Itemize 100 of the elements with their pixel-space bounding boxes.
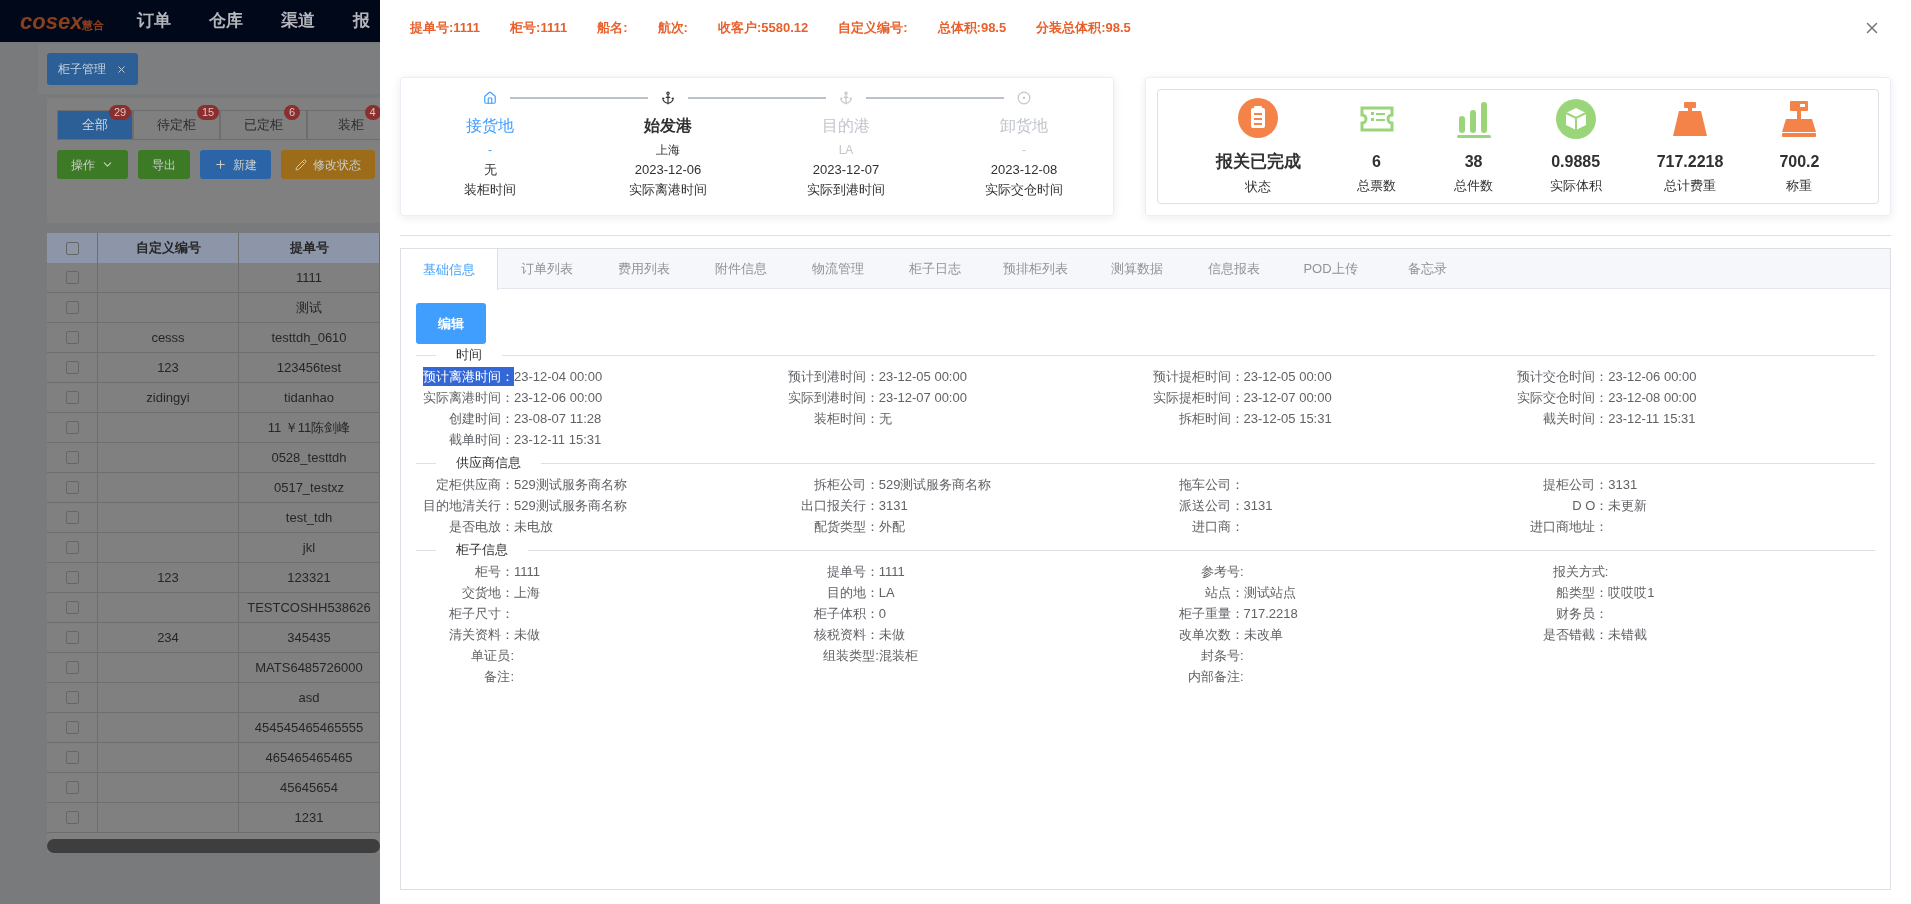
field-value: 3131 <box>878 496 908 515</box>
row-checkbox[interactable] <box>65 601 79 614</box>
step-date: 2023-12-07 <box>812 161 880 179</box>
count-badge: 4 <box>364 105 380 120</box>
stat-label: 实际体积 <box>1549 176 1602 195</box>
field-value: 23-12-07 00:00 <box>878 388 967 407</box>
section-title: 柜子信息 <box>455 541 509 560</box>
row-checkbox[interactable] <box>65 271 79 284</box>
field-label: 组装类型: <box>823 646 879 665</box>
table-cell-text: 454545465465555 <box>254 718 364 737</box>
action-button[interactable]: 新建 <box>200 150 271 179</box>
field-value: 23-12-05 00:00 <box>1243 367 1332 386</box>
row-checkbox[interactable] <box>65 691 79 704</box>
action-button[interactable]: 修改状态 <box>281 150 375 179</box>
step-label: 实际交仓时间 <box>985 180 1063 199</box>
row-checkbox[interactable] <box>65 481 79 494</box>
field-label: 是否错截： <box>1543 625 1609 644</box>
field-value: 上海 <box>514 583 540 602</box>
row-checkbox[interactable] <box>65 331 79 344</box>
row-checkbox[interactable] <box>65 571 79 584</box>
field-value: 未电放 <box>514 517 553 536</box>
table-cell-text: asd <box>298 688 320 707</box>
row-checkbox[interactable] <box>65 361 79 374</box>
anchor-icon <box>839 90 853 106</box>
stat-value: 38 <box>1464 151 1483 172</box>
close-icon[interactable] <box>116 63 127 75</box>
table-cell-text: 465465465465 <box>265 748 353 767</box>
row-checkbox[interactable] <box>65 781 79 794</box>
row-checkbox[interactable] <box>65 661 79 674</box>
table-cell-text: 11 ￥11陈剑峰 <box>267 418 351 437</box>
table-cell-text: 345435 <box>287 628 331 647</box>
nav-item[interactable]: 仓库 <box>209 8 243 34</box>
field-label: 提柜公司： <box>1543 475 1609 494</box>
field-value: 23-12-07 00:00 <box>1243 388 1332 407</box>
row-checkbox[interactable] <box>65 721 79 734</box>
row-checkbox[interactable] <box>65 751 79 764</box>
row-checkbox[interactable] <box>65 631 79 644</box>
tab[interactable]: 附件信息 <box>692 249 789 289</box>
row-checkbox[interactable] <box>65 301 79 314</box>
field-value: 未更新 <box>1608 496 1648 515</box>
stat-label: 总票数 <box>1357 176 1397 195</box>
nav-item[interactable]: 渠道 <box>281 8 315 34</box>
table-cell-text: 测试 <box>296 298 322 317</box>
stat-label: 总计费重 <box>1664 176 1716 195</box>
table-cell-text: MATS6485726000 <box>255 658 363 677</box>
field-label: 截关时间： <box>1543 409 1609 428</box>
field-label: 提单号： <box>826 562 879 581</box>
tab[interactable]: 订单列表 <box>498 249 595 289</box>
tab[interactable]: 费用列表 <box>595 249 692 289</box>
stat-value: 6 <box>1372 151 1381 172</box>
row-checkbox[interactable] <box>65 511 79 524</box>
tab[interactable]: 备忘录 <box>1379 249 1476 289</box>
edit-button[interactable]: 编辑 <box>416 303 486 344</box>
table-cell-text: tidanhao <box>284 388 334 407</box>
row-checkbox[interactable] <box>65 391 79 404</box>
action-button[interactable]: 操作 <box>57 150 128 179</box>
tab[interactable]: 测算数据 <box>1088 249 1185 289</box>
field-label: 实际到港时间： <box>787 388 879 407</box>
tab[interactable]: 信息报表 <box>1185 249 1282 289</box>
field-label: 财务员： <box>1556 604 1609 623</box>
field-label: 装柜时间： <box>813 409 879 428</box>
horizontal-scrollbar[interactable] <box>47 839 380 853</box>
field-value: 717.2218 <box>1243 604 1298 623</box>
page-tag[interactable]: 柜子管理 <box>47 53 138 85</box>
select-all-checkbox[interactable] <box>65 241 79 255</box>
summary-item: 收客户:5580.12 <box>717 19 809 38</box>
field-value: 3131 <box>1243 496 1273 515</box>
table-cell-text: 123 <box>157 358 179 377</box>
nav-item[interactable]: 报 <box>353 8 370 34</box>
row-checkbox[interactable] <box>65 541 79 554</box>
tab[interactable]: POD上传 <box>1282 249 1379 289</box>
action-button[interactable]: 导出 <box>138 150 190 179</box>
tab[interactable]: 物流管理 <box>789 249 886 289</box>
field-label: 柜子尺寸： <box>449 604 514 623</box>
tab[interactable]: 柜子日志 <box>886 249 983 289</box>
stat-label: 称重 <box>1786 176 1813 195</box>
field-value: 测试站点 <box>1243 583 1296 602</box>
nav-item[interactable]: 订单 <box>137 8 171 34</box>
step-place: 上海 <box>656 142 680 159</box>
table-cell-text: 123456test <box>276 358 342 377</box>
field-value: 529测试服务商名称 <box>514 496 627 515</box>
field-value: 23-12-11 15:31 <box>514 430 602 449</box>
logo[interactable]: cosex慧合 <box>20 4 105 38</box>
step-label: 实际到港时间 <box>807 180 885 199</box>
field-label: D O： <box>1572 496 1609 515</box>
field-label: 是否电放： <box>449 517 514 536</box>
row-checkbox[interactable] <box>65 421 79 434</box>
step-place: - <box>488 142 492 159</box>
tab[interactable]: 预排柜列表 <box>983 249 1088 289</box>
stat-value: 0.9885 <box>1551 151 1601 172</box>
table-cell-text: test_tdh <box>285 508 333 527</box>
tab[interactable]: 基础信息 <box>401 249 498 290</box>
stat-value: 717.2218 <box>1656 151 1724 172</box>
table-cell-text: 1111 <box>296 268 322 287</box>
table-cell-text: 1231 <box>294 808 324 827</box>
step-title: 接货地 <box>466 116 514 136</box>
row-checkbox[interactable] <box>65 451 79 464</box>
field-value: 23-12-06 00:00 <box>1608 367 1697 386</box>
count-badge: 15 <box>197 105 220 120</box>
row-checkbox[interactable] <box>65 811 79 824</box>
